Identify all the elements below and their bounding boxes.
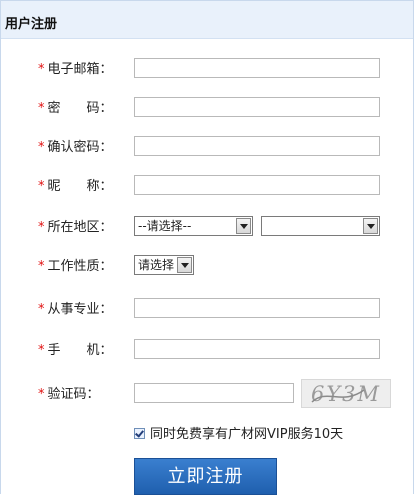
page-title: 用户注册 [5, 17, 58, 32]
profession-field[interactable] [134, 298, 380, 318]
email-field[interactable] [134, 58, 380, 78]
work-nature-label: * 工作性质： [38, 259, 113, 274]
province-select[interactable]: --请选择-- [134, 216, 253, 236]
vip-agree-checkbox[interactable] [134, 428, 145, 439]
registration-panel: 用户注册 * 电子邮箱： * 密 码： * 确认密码： * 昵 称： * 所在地区： [0, 0, 414, 495]
register-button[interactable]: 立即注册 [134, 458, 277, 495]
required-mark: * [38, 259, 45, 274]
password-label: * 密 码： [38, 101, 113, 116]
required-mark: * [38, 62, 45, 77]
city-select[interactable] [261, 216, 380, 236]
captcha-image[interactable]: 6Y3M [301, 379, 391, 408]
work-nature-select[interactable]: 请选择 [134, 255, 194, 275]
province-select-value: --请选择-- [138, 219, 192, 233]
region-label: * 所在地区： [38, 220, 113, 235]
profession-label: * 从事专业： [38, 302, 113, 317]
region-row: * 所在地区： --请选择-- [1, 216, 413, 240]
mobile-label: * 手 机： [38, 343, 113, 358]
panel-header: 用户注册 [1, 1, 413, 39]
required-mark: * [38, 101, 45, 116]
confirm-password-row: * 确认密码： [1, 136, 413, 160]
required-mark: * [38, 179, 45, 194]
required-mark: * [38, 343, 45, 358]
email-label: * 电子邮箱： [38, 62, 113, 77]
captcha-noise-line [311, 389, 365, 403]
work-nature-select-value: 请选择 [138, 258, 175, 272]
work-nature-row: * 工作性质： 请选择 [1, 255, 413, 279]
vip-agree-text: 同时免费享有广材网VIP服务10天 [150, 427, 344, 442]
captcha-label: * 验证码： [38, 387, 100, 402]
confirm-password-field[interactable] [134, 136, 380, 156]
required-mark: * [38, 220, 45, 235]
captcha-field[interactable] [134, 383, 294, 403]
required-mark: * [38, 387, 45, 402]
mobile-row: * 手 机： [1, 339, 413, 363]
vip-agree-row[interactable]: 同时免费享有广材网VIP服务10天 [134, 426, 343, 444]
email-row: * 电子邮箱： [1, 58, 413, 82]
nickname-label: * 昵 称： [38, 179, 113, 194]
chevron-down-icon[interactable] [177, 257, 192, 273]
required-mark: * [38, 140, 45, 155]
password-row: * 密 码： [1, 97, 413, 121]
captcha-row: * 验证码： 6Y3M [1, 379, 413, 408]
chevron-down-icon[interactable] [363, 218, 378, 234]
required-mark: * [38, 302, 45, 317]
profession-row: * 从事专业： [1, 298, 413, 322]
nickname-field[interactable] [134, 175, 380, 195]
chevron-down-icon[interactable] [236, 218, 251, 234]
password-field[interactable] [134, 97, 380, 117]
confirm-password-label: * 确认密码： [38, 140, 113, 155]
nickname-row: * 昵 称： [1, 175, 413, 199]
mobile-field[interactable] [134, 339, 380, 359]
